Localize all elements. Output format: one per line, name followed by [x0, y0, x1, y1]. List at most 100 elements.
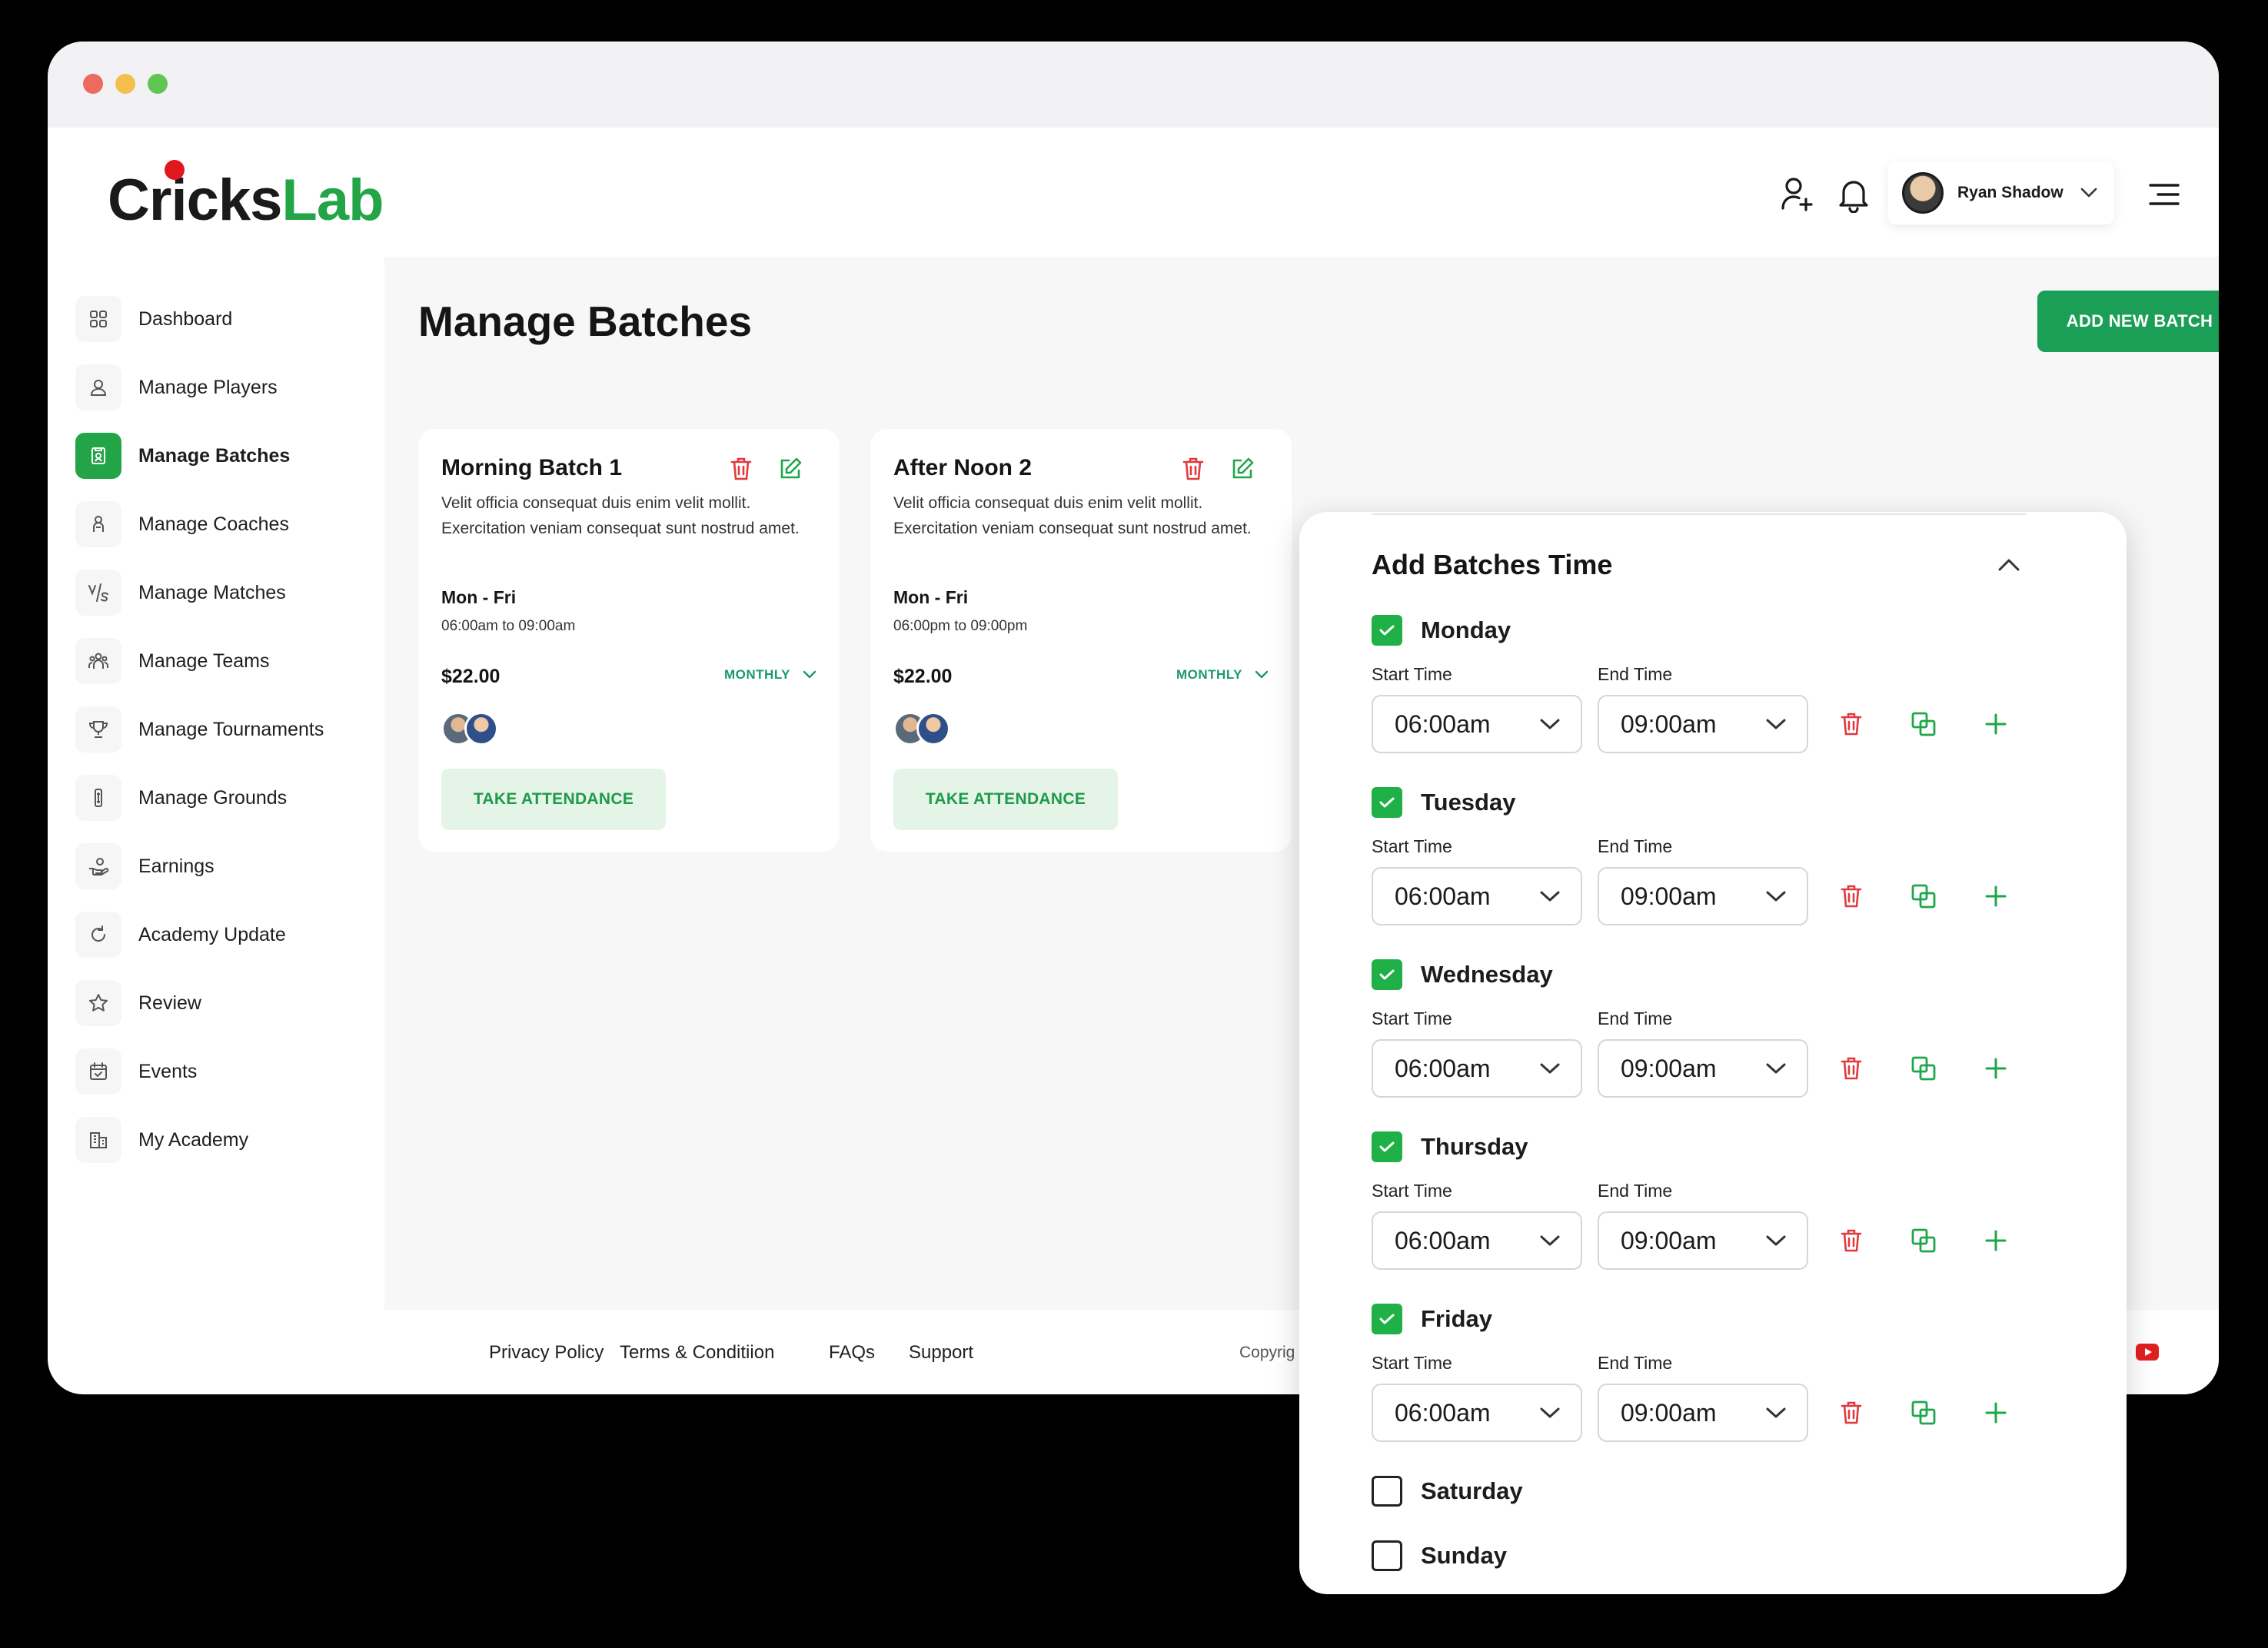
hamburger-menu-icon: [2149, 184, 2180, 205]
sidebar-item-manage-players[interactable]: Manage Players: [75, 364, 383, 411]
copy-time-button[interactable]: [1907, 707, 1940, 741]
end-time-select[interactable]: 09:00am: [1598, 867, 1808, 925]
copy-time-button[interactable]: [1907, 1396, 1940, 1430]
add-time-button[interactable]: [1979, 1396, 2013, 1430]
delete-time-button[interactable]: [1834, 707, 1868, 741]
start-time-select[interactable]: 06:00am: [1372, 1039, 1582, 1098]
sidebar-item-label: Manage Teams: [138, 650, 270, 672]
chevron-down-icon: [1255, 670, 1269, 679]
copy-time-button[interactable]: [1907, 879, 1940, 913]
start-time-select[interactable]: 06:00am: [1372, 1211, 1582, 1270]
friday-checkbox[interactable]: [1372, 1304, 1402, 1334]
sidebar-item-label: Manage Tournaments: [138, 718, 324, 740]
take-attendance-button[interactable]: TAKE ATTENDANCE: [893, 769, 1118, 830]
copy-time-button[interactable]: [1907, 1224, 1940, 1258]
edit-batch-button[interactable]: [775, 454, 806, 484]
sidebar-item-manage-matches[interactable]: Manage Matches: [75, 569, 383, 616]
saturday-checkbox[interactable]: [1372, 1476, 1402, 1507]
add-time-button[interactable]: [1979, 879, 2013, 913]
maximize-window-button[interactable]: [148, 74, 168, 94]
footer-link-terms[interactable]: Terms & Conditiion: [620, 1342, 774, 1364]
sidebar-item-manage-teams[interactable]: Manage Teams: [75, 637, 383, 685]
end-time-select[interactable]: 09:00am: [1598, 1211, 1808, 1270]
footer-link-faqs[interactable]: FAQs: [829, 1342, 875, 1364]
plan-dropdown-value: MONTHLY: [724, 667, 790, 682]
sidebar-item-label: Manage Players: [138, 376, 278, 398]
sidebar-item-label: Events: [138, 1060, 198, 1082]
plan-dropdown[interactable]: MONTHLY: [1176, 667, 1269, 683]
batch-card: Morning Batch 1 Velit officia consequat …: [418, 429, 840, 852]
user-menu[interactable]: Ryan Shadow: [1888, 161, 2114, 224]
delete-time-button[interactable]: [1834, 1052, 1868, 1085]
sidebar-item-manage-batches[interactable]: Manage Batches: [75, 432, 383, 480]
sidebar-item-manage-grounds[interactable]: Manage Grounds: [75, 774, 383, 822]
building-icon: [90, 1132, 107, 1148]
notifications-button[interactable]: [1831, 172, 1876, 217]
start-time-label: Start Time: [1372, 1353, 1452, 1373]
logo-text-lab: Lab: [281, 168, 384, 233]
day-name: Tuesday: [1421, 789, 1516, 816]
footer-link-support[interactable]: Support: [909, 1342, 973, 1364]
sidebar-item-review[interactable]: Review: [75, 979, 383, 1027]
monday-checkbox[interactable]: [1372, 615, 1402, 646]
add-time-button[interactable]: [1979, 1224, 2013, 1258]
add-batches-time-panel: Add Batches Time Monday Start Time End T…: [1299, 512, 2127, 1594]
close-window-button[interactable]: [83, 74, 103, 94]
wednesday-checkbox[interactable]: [1372, 959, 1402, 990]
start-time-select[interactable]: 06:00am: [1372, 695, 1582, 753]
delete-time-button[interactable]: [1834, 879, 1868, 913]
sidebar-item-my-academy[interactable]: My Academy: [75, 1116, 383, 1164]
sidebar-item-label: Manage Coaches: [138, 513, 289, 535]
sidebar-item-label: Manage Batches: [138, 444, 291, 467]
sidebar-item-events[interactable]: Events: [75, 1048, 383, 1095]
end-time-select[interactable]: 09:00am: [1598, 1039, 1808, 1098]
end-time-label: End Time: [1598, 1181, 1673, 1201]
end-time-select[interactable]: 09:00am: [1598, 1384, 1808, 1442]
add-user-button[interactable]: [1774, 172, 1819, 217]
copy-time-button[interactable]: [1907, 1052, 1940, 1085]
sidebar-item-manage-tournaments[interactable]: Manage Tournaments: [75, 706, 383, 753]
batch-card-price: $22.00: [441, 666, 500, 687]
start-time-label: Start Time: [1372, 664, 1452, 684]
delete-time-button[interactable]: [1834, 1396, 1868, 1430]
take-attendance-button[interactable]: TAKE ATTENDANCE: [441, 769, 666, 830]
chevron-down-icon: [1540, 1407, 1560, 1418]
end-time-value: 09:00am: [1621, 709, 1717, 738]
delete-time-button[interactable]: [1834, 1224, 1868, 1258]
sidebar-item-manage-coaches[interactable]: Manage Coaches: [75, 500, 383, 548]
start-time-select[interactable]: 06:00am: [1372, 867, 1582, 925]
trash-icon: [1841, 1401, 1862, 1424]
star-icon: [89, 994, 108, 1012]
add-time-button[interactable]: [1979, 707, 2013, 741]
plan-dropdown[interactable]: MONTHLY: [724, 667, 816, 683]
tuesday-checkbox[interactable]: [1372, 787, 1402, 818]
plus-icon: [1985, 1230, 2007, 1251]
team-icon: [88, 653, 108, 669]
add-time-button[interactable]: [1979, 1052, 2013, 1085]
minimize-window-button[interactable]: [115, 74, 135, 94]
sunday-checkbox[interactable]: [1372, 1540, 1402, 1571]
logo-text-cricks: Cricks: [108, 168, 282, 233]
end-time-select[interactable]: 09:00am: [1598, 695, 1808, 753]
start-time-select[interactable]: 06:00am: [1372, 1384, 1582, 1442]
edit-batch-button[interactable]: [1227, 454, 1258, 484]
end-time-value: 09:00am: [1621, 882, 1717, 910]
youtube-icon[interactable]: [2136, 1344, 2159, 1361]
app-logo[interactable]: Cricks Lab: [108, 160, 384, 234]
sidebar-item-dashboard[interactable]: Dashboard: [75, 295, 383, 343]
delete-batch-button[interactable]: [726, 454, 757, 484]
collapse-panel-button[interactable]: [1990, 546, 2028, 584]
start-time-value: 06:00am: [1395, 1226, 1491, 1254]
chevron-down-icon: [1766, 1063, 1786, 1074]
sidebar-item-label: Manage Grounds: [138, 786, 288, 809]
footer-link-privacy[interactable]: Privacy Policy: [489, 1342, 604, 1364]
chevron-down-icon: [1540, 1235, 1560, 1246]
thursday-checkbox[interactable]: [1372, 1131, 1402, 1162]
chevron-down-icon: [1540, 719, 1560, 729]
add-new-batch-button[interactable]: ADD NEW BATCH: [2037, 291, 2219, 352]
menu-button[interactable]: [2142, 172, 2187, 217]
sidebar-item-earnings[interactable]: Earnings: [75, 842, 383, 890]
trash-icon: [1841, 1057, 1862, 1080]
sidebar-item-academy-update[interactable]: Academy Update: [75, 911, 383, 959]
delete-batch-button[interactable]: [1178, 454, 1209, 484]
